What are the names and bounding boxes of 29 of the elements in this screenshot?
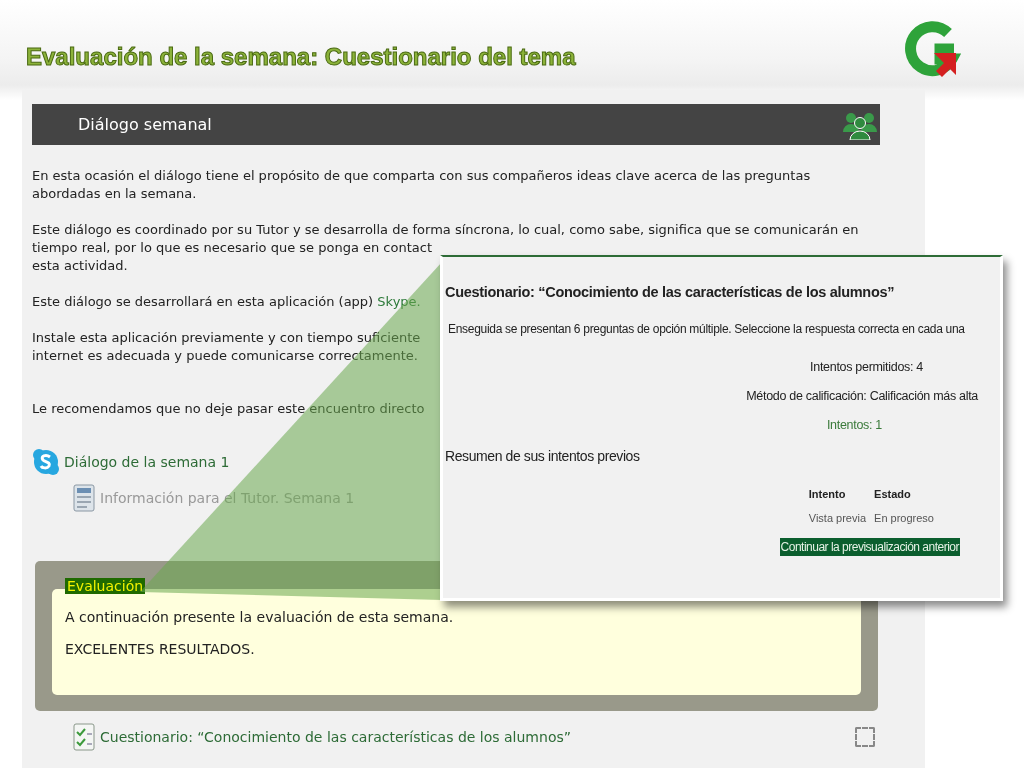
checklist-icon <box>72 723 96 751</box>
fullscreen-icon[interactable] <box>855 727 875 747</box>
activity-link[interactable]: Diálogo de la semana 1 <box>64 454 230 470</box>
activity-link[interactable]: Cuestionario: “Conocimiento de las características de los alumnos” <box>100 729 571 745</box>
paragraph: Este diálogo es coordinado por su Tutor y se desarrolla de forma síncrona, lo cual, como sabe, significa que se comunicarán en tiempo real, por lo que es necesario que se ponga en contact esta actividad. <box>32 221 859 275</box>
column-header: Intento <box>807 488 847 502</box>
table-cell-text: En progreso <box>873 512 935 524</box>
logo-icon <box>904 19 964 79</box>
column-header: Estado <box>873 488 912 502</box>
quiz-info: Método de calificación: Calificación más alta <box>746 389 978 403</box>
quiz-intro: Enseguida se presentan 6 preguntas de opción múltiple. Seleccione la respuesta correcta en cada una <box>447 322 966 336</box>
paragraph: Este diálogo se desarrollará en esta aplicación (app) Skype. <box>32 293 421 311</box>
continue-button[interactable]: Continuar la previsualización anterior <box>779 538 960 556</box>
quiz-info: Intentos permitidos: 4 <box>810 360 923 374</box>
paragraph: En esta ocasión el diálogo tiene el propósito de que comparta con sus compañeros ideas clave acerca de las preguntas abordadas en la semana. <box>32 167 811 203</box>
summary-heading: Resumen de sus intentos previos <box>445 448 641 464</box>
document-icon <box>72 484 96 512</box>
quiz-title: Cuestionario: “Conocimiento de las características de los alumnos” <box>445 284 896 300</box>
paragraph: Instale esta aplicación previamente y con tiempo suficiente internet es adecuada y puede comunicarse correctamente. <box>32 329 421 365</box>
evaluation-label: Evaluación <box>65 578 146 594</box>
attempts-link[interactable]: Intentos: 1 <box>826 418 882 432</box>
paragraph: Le recomendamos que no deje pasar este encuentro directo <box>32 400 425 418</box>
table-cell-text: Vista previa <box>807 512 868 524</box>
evaluation-text: A continuación presente la evaluación de esta semana. <box>65 609 455 625</box>
skype-link[interactable]: Skype. <box>377 294 421 309</box>
slide-title: Evaluación de la semana: Cuestionario del tema <box>26 43 576 71</box>
skype-icon <box>32 448 60 476</box>
evaluation-text: EXCELENTES RESULTADOS. <box>65 641 256 657</box>
section-title: Diálogo semanal <box>78 115 212 134</box>
